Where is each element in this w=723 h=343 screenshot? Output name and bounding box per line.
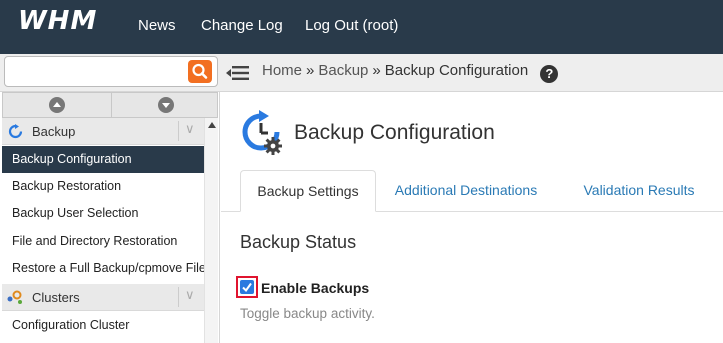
sidebar-item-backup-user-selection[interactable]: Backup User Selection: [2, 200, 204, 227]
sidebar-group-label: Backup: [32, 124, 76, 139]
scroll-up-button[interactable]: [3, 93, 111, 117]
enable-backups-checkbox[interactable]: [240, 280, 254, 294]
page-title: Backup Configuration: [294, 121, 495, 144]
section-title: Backup Status: [240, 232, 357, 252]
breadcrumb-current: Backup Configuration: [384, 62, 529, 79]
tab-backup-settings[interactable]: Backup Settings: [240, 170, 376, 212]
sidebar: Backup ∨ Backup Configuration Backup Res…: [0, 92, 220, 343]
search-icon: [192, 63, 208, 79]
chevron-down-icon[interactable]: ∨: [178, 287, 195, 307]
breadcrumb-separator: »: [306, 62, 315, 79]
collapse-menu-icon: [226, 66, 249, 80]
top-navigation-bar: WHM News Change Log Log Out (root): [0, 0, 723, 54]
sidebar-group-clusters[interactable]: Clusters ∨: [2, 284, 204, 311]
enable-backups-help-text: Toggle backup activity.: [240, 306, 375, 321]
main-content: Backup Configuration Backup Settings Add…: [221, 92, 723, 343]
clusters-icon: [7, 290, 22, 304]
sidebar-scroll-controls: [2, 92, 218, 118]
breadcrumb-backup-link[interactable]: Backup: [318, 62, 368, 79]
sidebar-item-backup-restoration[interactable]: Backup Restoration: [2, 173, 204, 200]
help-icon[interactable]: ?: [540, 65, 559, 83]
arrow-up-circle-icon: [49, 97, 65, 113]
sidebar-item-file-directory-restoration[interactable]: File and Directory Restoration: [2, 228, 204, 255]
sidebar-item-backup-configuration[interactable]: Backup Configuration: [2, 146, 204, 173]
scroll-up-arrow-icon[interactable]: [208, 122, 216, 128]
breadcrumb: Home» Backup» Backup Configuration ?: [262, 62, 559, 83]
search-breadcrumb-bar: Home» Backup» Backup Configuration ?: [0, 54, 723, 92]
enable-backups-label[interactable]: Enable Backups: [261, 280, 369, 296]
sidebar-scrollbar[interactable]: [204, 118, 218, 343]
tab-validation-results[interactable]: Validation Results: [565, 170, 713, 212]
breadcrumb-home-link[interactable]: Home: [262, 62, 302, 79]
checkmark-icon: [242, 282, 252, 293]
scroll-down-button[interactable]: [111, 93, 219, 117]
breadcrumb-separator: »: [372, 62, 381, 79]
enable-backups-highlight: [236, 276, 258, 298]
chevron-down-icon[interactable]: ∨: [178, 121, 195, 141]
backup-configuration-icon: [242, 110, 282, 155]
backup-icon: [8, 124, 23, 139]
sidebar-item-restore-full-backup[interactable]: Restore a Full Backup/cpmove File: [2, 255, 204, 282]
arrow-down-circle-icon: [158, 97, 174, 113]
nav-logout-link[interactable]: Log Out (root): [305, 17, 398, 34]
whm-logo[interactable]: WHM: [18, 6, 97, 36]
sidebar-search-input[interactable]: [4, 56, 218, 87]
sidebar-group-label: Clusters: [32, 290, 80, 305]
sidebar-group-backup[interactable]: Backup ∨: [2, 118, 204, 145]
nav-news-link[interactable]: News: [138, 17, 176, 34]
search-button[interactable]: [188, 60, 212, 83]
tab-bar: Backup Settings Additional Destinations …: [221, 170, 723, 212]
sidebar-item-configuration-cluster[interactable]: Configuration Cluster: [2, 312, 204, 339]
tab-additional-destinations[interactable]: Additional Destinations: [381, 170, 551, 212]
nav-change-log-link[interactable]: Change Log: [201, 17, 283, 34]
sidebar-collapse-button[interactable]: [226, 63, 250, 83]
